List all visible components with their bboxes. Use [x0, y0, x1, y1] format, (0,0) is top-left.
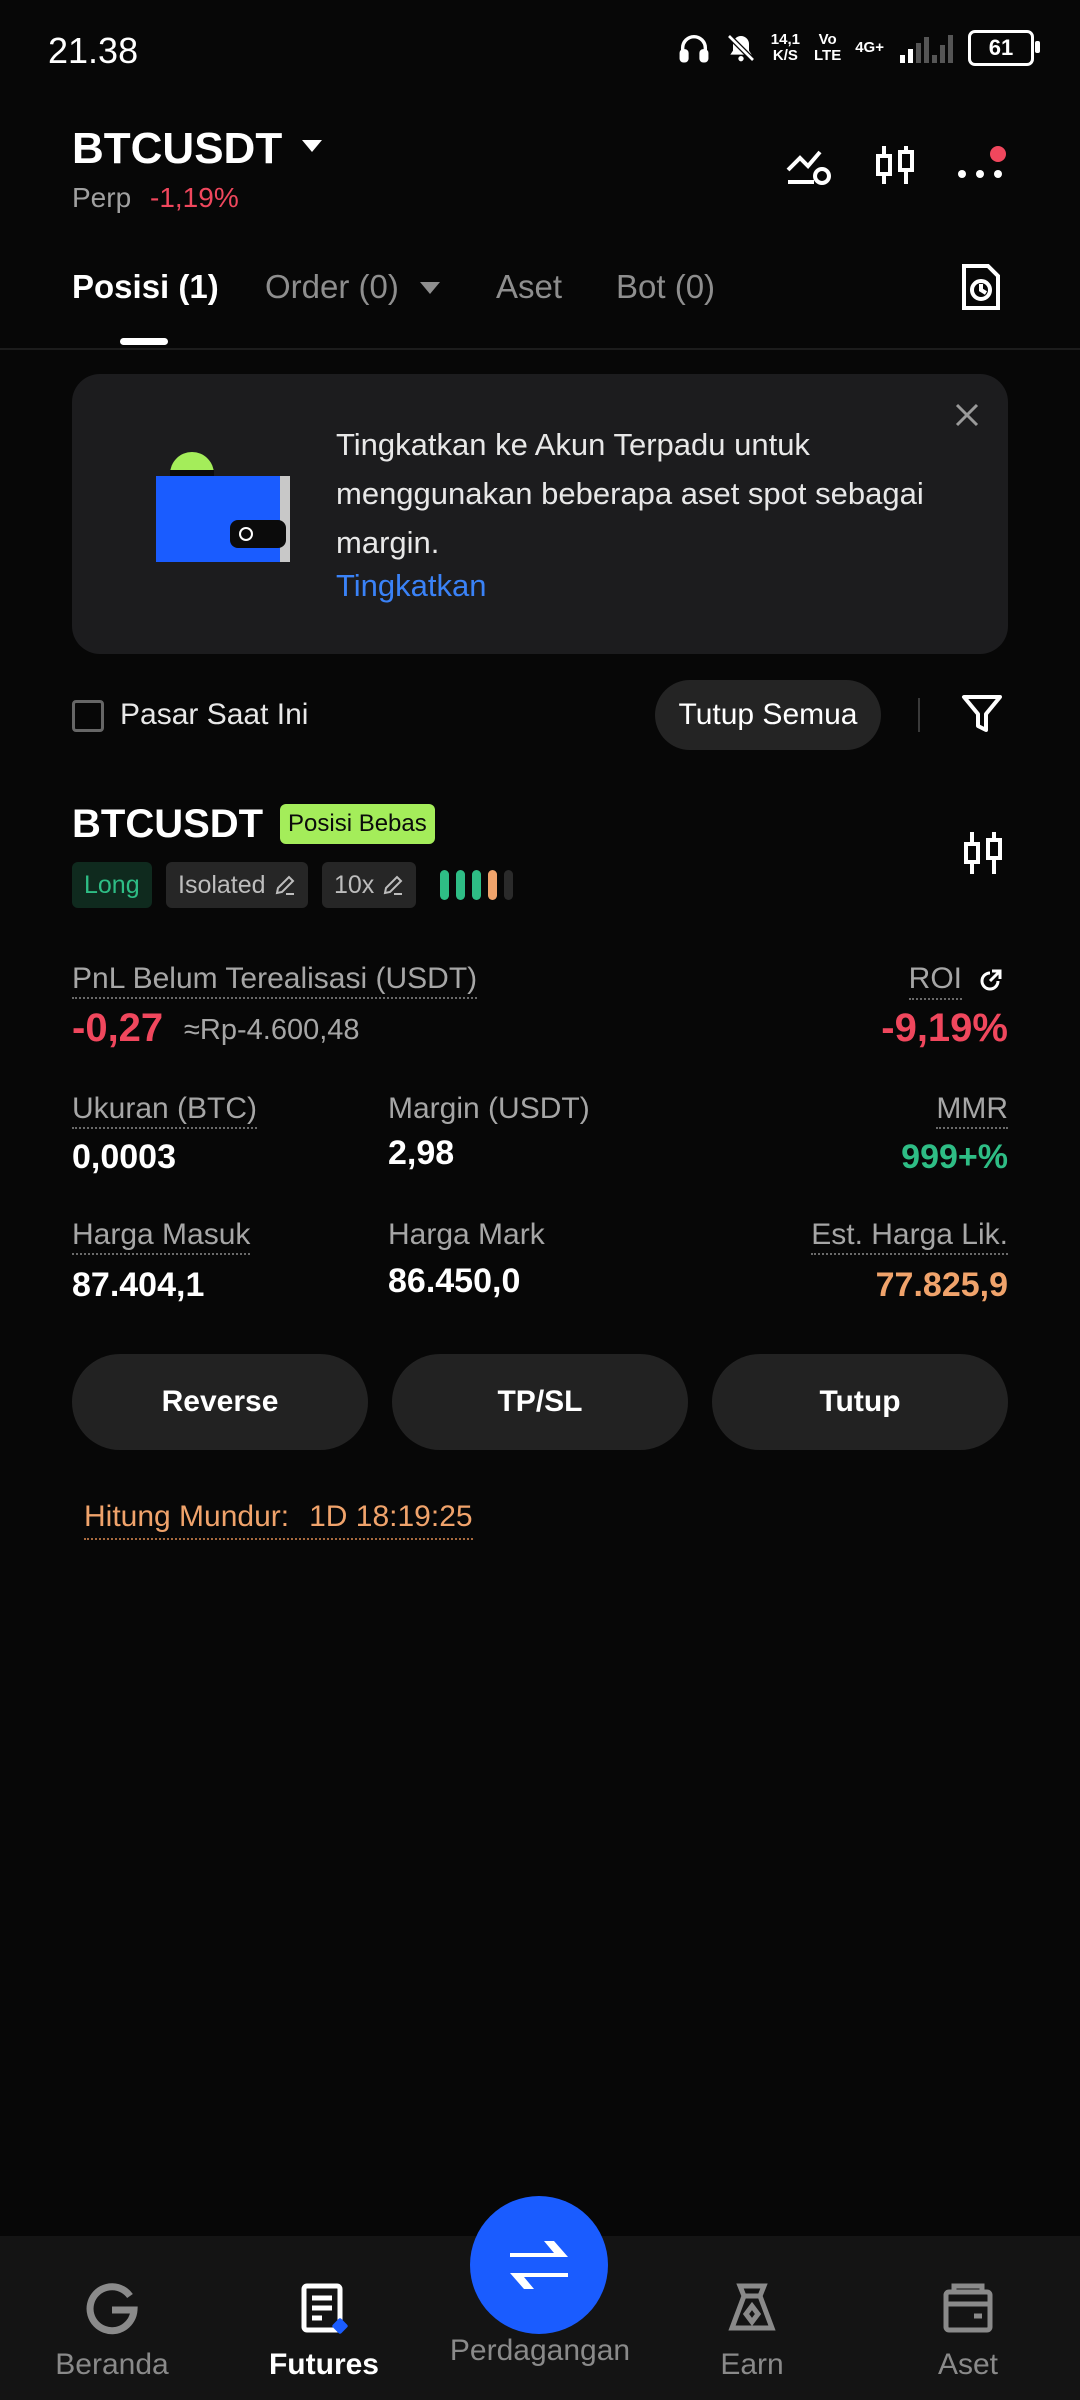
tab-bot[interactable]: Bot (0) [616, 268, 715, 306]
signal-icon [900, 35, 953, 63]
upgrade-link[interactable]: Tingkatkan [336, 568, 487, 604]
nav-earn[interactable]: Earn [652, 2280, 852, 2382]
mmr-value: 999+% [901, 1138, 1008, 1176]
close-position-button[interactable]: Tutup [712, 1354, 1008, 1450]
share-icon[interactable] [976, 967, 1004, 995]
reverse-button[interactable]: Reverse [72, 1354, 368, 1450]
current-market-checkbox[interactable] [72, 700, 104, 732]
battery-icon: 61 [968, 30, 1040, 66]
home-icon [86, 2283, 138, 2335]
tab-aset[interactable]: Aset [496, 268, 562, 306]
mark-price-label: Harga Mark [388, 1218, 545, 1251]
tab-order[interactable]: Order (0) [265, 268, 399, 306]
pair-selector[interactable]: BTCUSDT [72, 124, 282, 174]
mark-price-value: 86.450,0 [388, 1262, 521, 1300]
risk-bar [488, 870, 497, 900]
risk-level-indicator [440, 870, 513, 900]
entry-price-value: 87.404,1 [72, 1266, 205, 1304]
status-icons: 14,1 K/S Vo LTE 4G+ 61 [677, 30, 1040, 66]
candlestick-icon[interactable] [870, 140, 920, 190]
mute-bell-icon [726, 34, 755, 62]
tab-divider [0, 348, 1080, 350]
margin-label: Margin (USDT) [388, 1092, 590, 1125]
tpsl-button[interactable]: TP/SL [392, 1354, 688, 1450]
trade-button[interactable] [470, 2196, 608, 2334]
checkbox-label[interactable]: Pasar Saat Ini [120, 698, 308, 732]
edit-icon[interactable] [274, 874, 296, 896]
risk-bar [504, 870, 513, 900]
liq-price-label[interactable]: Est. Harga Lik. [811, 1218, 1008, 1255]
chart-settings-icon[interactable] [784, 140, 834, 190]
margin-mode-tag[interactable]: Isolated [166, 862, 308, 908]
headphones-icon [679, 35, 709, 63]
size-label[interactable]: Ukuran (BTC) [72, 1092, 258, 1129]
close-all-button[interactable]: Tutup Semua [655, 680, 881, 750]
history-icon[interactable] [958, 262, 1004, 312]
leverage-tag[interactable]: 10x [322, 862, 417, 908]
price-change: -1,19% [150, 182, 239, 213]
tab-active-indicator [120, 338, 168, 345]
trade-swap-icon [510, 2241, 568, 2289]
entry-price-label[interactable]: Harga Masuk [72, 1218, 251, 1255]
pnl-value: -0,27 [72, 1006, 164, 1050]
earn-icon [728, 2283, 776, 2331]
tab-posisi[interactable]: Posisi (1) [72, 268, 219, 306]
caret-down-icon[interactable] [302, 140, 322, 152]
close-icon[interactable] [954, 402, 980, 428]
volte-indicator: Vo LTE [814, 31, 842, 64]
nav-perdagangan[interactable]: Perdagangan [440, 2334, 640, 2368]
more-icon[interactable] [956, 140, 1006, 190]
roi-value: -9,19% [881, 1006, 1008, 1050]
funding-countdown[interactable]: Hitung Mundur: 1D 18:19:25 [84, 1500, 473, 1540]
mmr-label[interactable]: MMR [936, 1092, 1008, 1129]
free-position-badge: Posisi Bebas [280, 804, 435, 844]
futures-icon [301, 2283, 348, 2334]
nav-futures[interactable]: Futures [224, 2280, 424, 2382]
nav-aset[interactable]: Aset [868, 2280, 1068, 2382]
pnl-idr-value: ≈Rp-4.600,48 [184, 1014, 360, 1046]
wallet-illustration-icon [156, 452, 290, 562]
liq-price-value: 77.825,9 [875, 1266, 1008, 1304]
status-time: 21.38 [48, 30, 139, 71]
candlestick-icon[interactable] [958, 828, 1008, 878]
market-type: Perp [72, 182, 132, 213]
caret-down-icon[interactable] [420, 282, 440, 294]
position-symbol: BTCUSDT [72, 802, 264, 846]
wallet-icon [943, 2283, 993, 2333]
network-speed: 14,1 K/S [770, 31, 800, 64]
edit-icon[interactable] [382, 874, 404, 896]
side-tag: Long [72, 862, 152, 908]
countdown-label: Hitung Mundur: [84, 1500, 290, 1533]
roi-label[interactable]: ROI [908, 962, 962, 1000]
divider [918, 698, 920, 732]
risk-bar [472, 870, 481, 900]
risk-bar [456, 870, 465, 900]
size-value: 0,0003 [72, 1138, 176, 1176]
signal-type: 4G+ [855, 39, 884, 56]
pnl-label[interactable]: PnL Belum Terealisasi (USDT) [72, 962, 478, 999]
banner-message: Tingkatkan ke Akun Terpadu untuk menggun… [336, 427, 924, 560]
risk-bar [440, 870, 449, 900]
filter-icon[interactable] [960, 692, 1004, 736]
countdown-value: 1D 18:19:25 [309, 1500, 473, 1533]
margin-value: 2,98 [388, 1134, 455, 1172]
nav-beranda[interactable]: Beranda [12, 2280, 212, 2382]
